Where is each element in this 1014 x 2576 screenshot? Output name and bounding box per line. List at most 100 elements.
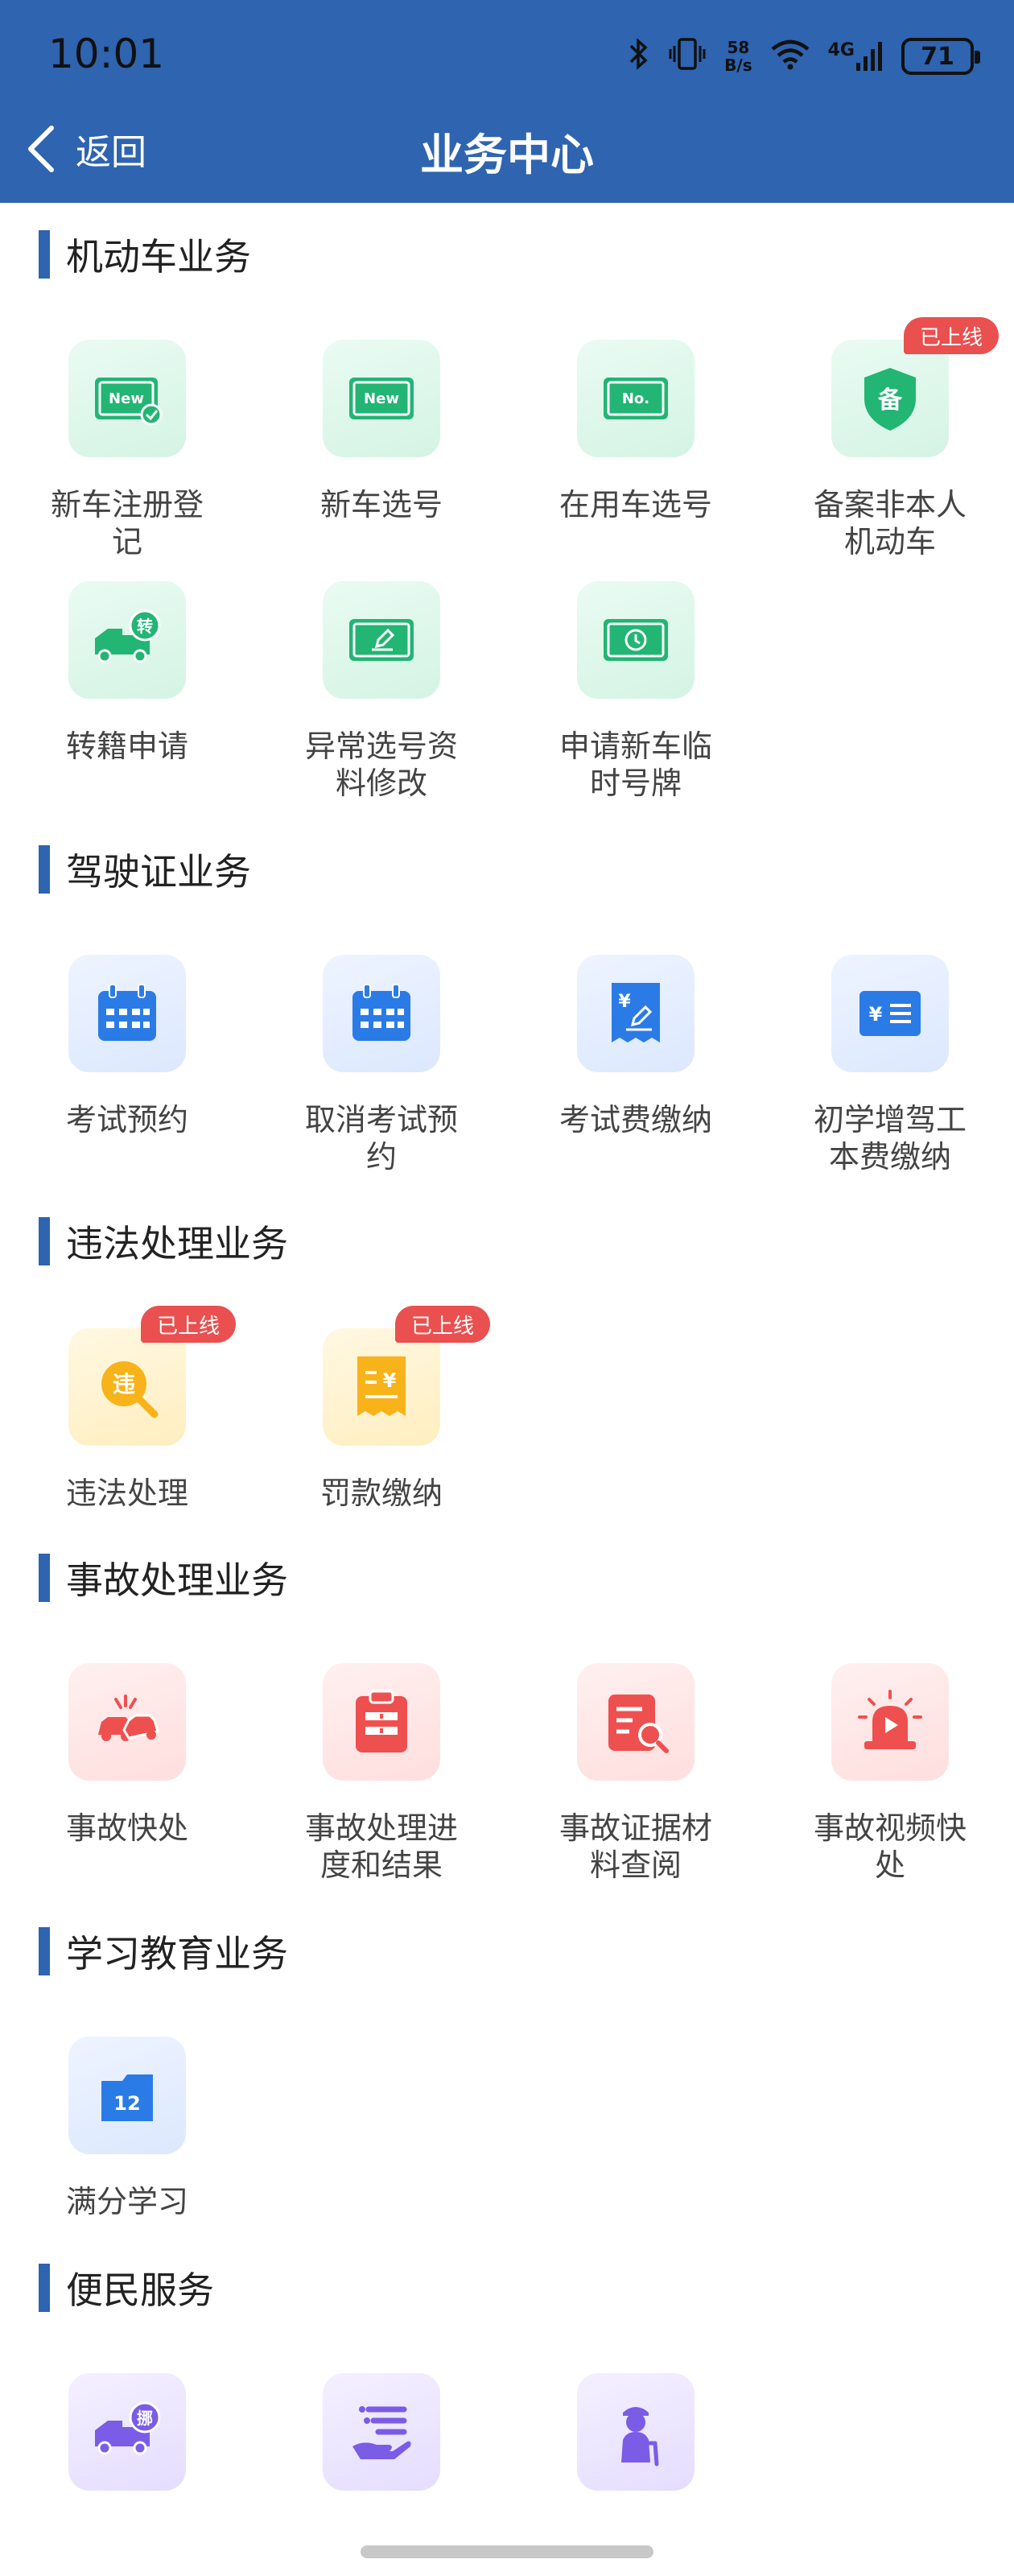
- section-accent-bar: [39, 1927, 50, 1975]
- section-accent-bar: [39, 1217, 50, 1265]
- net-speed-value: 58: [727, 38, 750, 57]
- section-accent-bar: [39, 845, 50, 894]
- service-cancel-exam-booking[interactable]: 取消考试预约: [254, 955, 509, 1175]
- service-label: 考试预约: [65, 1102, 188, 1137]
- svg-text:¥: ¥: [869, 1003, 883, 1026]
- tile: No.: [577, 340, 695, 457]
- service-hand-list[interactable]: [254, 2373, 509, 2520]
- status-time: 10:01: [48, 31, 165, 77]
- svg-text:12: 12: [113, 2092, 140, 2115]
- new-plate-check-icon: New: [95, 378, 163, 426]
- page-title: 业务中心: [420, 130, 594, 180]
- tile: [577, 2373, 695, 2491]
- service-label: 申请新车临时号牌: [559, 729, 712, 801]
- online-badge: 已上线: [904, 317, 999, 354]
- section-title: 驾驶证业务: [66, 850, 251, 894]
- violation-search-icon: 违: [101, 1361, 159, 1418]
- svg-text:New: New: [109, 390, 144, 407]
- vibrate-icon: [668, 36, 707, 76]
- section-title: 便民服务: [66, 2268, 214, 2312]
- tile: 转: [68, 581, 186, 699]
- tile: [323, 1663, 440, 1781]
- document-search-icon: [608, 1695, 669, 1753]
- truck-transfer-icon: 转: [95, 609, 161, 663]
- service-label: 初学增驾工本费缴纳: [813, 1102, 967, 1174]
- fee-receipt-icon: ¥: [612, 983, 660, 1042]
- tile: [577, 1663, 695, 1781]
- section-title: 机动车业务: [66, 235, 251, 279]
- service-fine-payment[interactable]: ¥ 已上线 罚款缴纳: [254, 1306, 509, 1512]
- tile: 12: [68, 2037, 186, 2154]
- service-elderly-assist[interactable]: [509, 2373, 763, 2520]
- service-accident-progress[interactable]: 事故处理进度和结果: [254, 1663, 509, 1884]
- new-plate-icon: New: [349, 378, 414, 419]
- fine-receipt-icon: ¥: [357, 1356, 406, 1416]
- fee-card-icon: ¥: [859, 991, 921, 1036]
- service-violation-handling[interactable]: 违 已上线 违法处理: [0, 1306, 254, 1512]
- hand-list-icon: [352, 2406, 411, 2459]
- svg-text:New: New: [364, 390, 399, 407]
- svg-text:违: 违: [113, 1371, 135, 1397]
- service-move-vehicle[interactable]: 挪: [0, 2373, 254, 2520]
- svg-text:No.: No.: [622, 390, 649, 407]
- battery-indicator: 71: [901, 38, 980, 75]
- service-abnormal-number-edit[interactable]: 异常选号资料修改: [254, 581, 509, 802]
- service-label: 违法处理: [65, 1476, 188, 1511]
- svg-text:转: 转: [137, 617, 153, 636]
- section-header: 事故处理业务: [39, 1554, 288, 1602]
- tile: New: [323, 340, 440, 457]
- net-speed: 58 B/s: [724, 39, 752, 74]
- study-calendar-icon: 12: [101, 2074, 153, 2121]
- service-used-car-number[interactable]: No. 在用车选号: [509, 340, 763, 523]
- section-accent-bar: [39, 1554, 50, 1602]
- tile: [68, 1663, 186, 1781]
- svg-text:¥: ¥: [383, 1369, 397, 1392]
- service-label: 满分学习: [65, 2184, 188, 2219]
- shield-record-icon: 备: [864, 368, 916, 431]
- plate-edit-icon: [349, 619, 414, 661]
- tile: [323, 2373, 440, 2491]
- service-label: 新车注册登记: [50, 487, 204, 559]
- service-full-score-study[interactable]: 12 满分学习: [0, 2037, 254, 2220]
- section-header: 驾驶证业务: [39, 845, 251, 894]
- home-indicator[interactable]: [361, 2545, 653, 2558]
- tile: [577, 581, 695, 699]
- svg-text:¥: ¥: [618, 992, 631, 1012]
- svg-text:备: 备: [878, 386, 903, 415]
- calendar-icon: [98, 984, 156, 1041]
- tile: ¥: [577, 955, 695, 1072]
- tile: [831, 1663, 949, 1781]
- service-learner-fee-payment[interactable]: ¥ 初学增驾工本费缴纳: [763, 955, 1014, 1175]
- online-badge: 已上线: [395, 1306, 490, 1343]
- svg-text:挪: 挪: [137, 2409, 153, 2428]
- service-record-non-owner-vehicle[interactable]: 备 已上线 备案非本人机动车: [763, 317, 1014, 560]
- net-speed-unit: B/s: [724, 56, 752, 75]
- number-plate-icon: No.: [604, 378, 668, 419]
- section-title: 学习教育业务: [66, 1932, 288, 1975]
- section-title: 事故处理业务: [66, 1558, 288, 1602]
- service-transfer-application[interactable]: 转 转籍申请: [0, 581, 254, 765]
- service-new-car-number[interactable]: New 新车选号: [254, 340, 509, 523]
- clipboard-progress-icon: [356, 1690, 407, 1752]
- tile: 备 已上线: [831, 317, 999, 457]
- section-accent-bar: [39, 2264, 50, 2312]
- truck-move-icon: 挪: [95, 2401, 161, 2455]
- alarm-video-icon: [858, 1690, 922, 1749]
- tile: [68, 955, 186, 1072]
- service-accident-quick[interactable]: 事故快处: [0, 1663, 254, 1847]
- service-exam-booking[interactable]: 考试预约: [0, 955, 254, 1138]
- tile: ¥ 已上线: [323, 1306, 490, 1446]
- car-crash-icon: [98, 1695, 159, 1741]
- tile: ¥: [831, 955, 949, 1072]
- service-accident-video[interactable]: 事故视频快处: [763, 1663, 1014, 1884]
- service-accident-evidence[interactable]: 事故证据材料查阅: [509, 1663, 763, 1884]
- service-label: 事故快处: [65, 1810, 188, 1846]
- service-label: 事故处理进度和结果: [304, 1810, 458, 1883]
- service-label: 在用车选号: [559, 487, 712, 522]
- service-new-car-registration[interactable]: New 新车注册登记: [0, 340, 254, 560]
- service-label: 事故视频快处: [813, 1810, 967, 1883]
- service-temporary-plate[interactable]: 申请新车临时号牌: [509, 581, 763, 802]
- elderly-person-icon: [621, 2407, 659, 2467]
- service-exam-fee-payment[interactable]: ¥ 考试费缴纳: [509, 955, 763, 1138]
- tile: [323, 581, 440, 699]
